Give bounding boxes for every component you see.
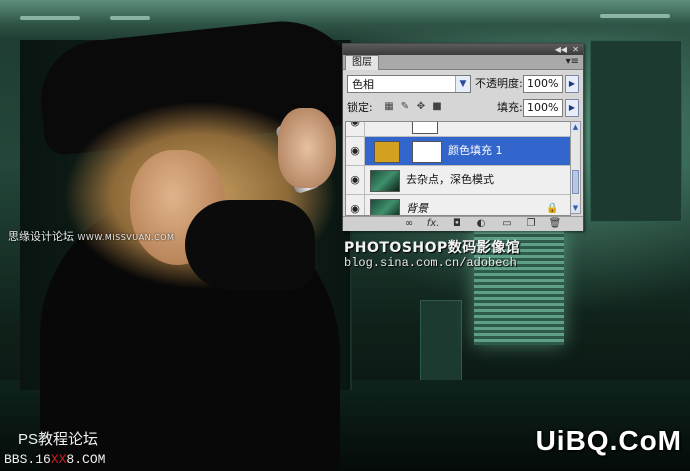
layer-name: 去杂点，深色模式 [406, 173, 494, 186]
layer-mask-thumbnail [412, 122, 438, 134]
blend-opacity-row: 色相 ▼ 不透明度: 100% ▶ [347, 75, 579, 95]
lock-transparency-icon[interactable]: ▦ [383, 101, 395, 113]
eye-icon[interactable]: ◉ [346, 195, 365, 215]
lock-icon: 🔒 [546, 203, 559, 214]
ceiling-light-bar [20, 16, 80, 20]
blend-mode-select[interactable]: 色相 ▼ [347, 75, 471, 93]
new-layer-icon[interactable]: ❐ [523, 217, 539, 231]
layer-thumbnail [370, 170, 400, 192]
bbs-red: XX [50, 452, 67, 467]
delete-icon[interactable]: 🗑 [547, 217, 563, 231]
subject-arm [185, 200, 315, 290]
chevron-down-icon[interactable]: ▼ [455, 76, 470, 92]
layers-scrollbar[interactable]: ▲ ▼ [570, 121, 581, 214]
eye-icon[interactable]: ◉ [346, 137, 365, 165]
scroll-thumb[interactable] [572, 170, 579, 194]
lock-position-icon[interactable]: ✥ [415, 101, 427, 113]
layer-mask-thumbnail [412, 141, 442, 163]
layers-panel: ◀◀ ✕ 图层 ▾≡ 色相 ▼ 不透明度: 100% ▶ 锁定: ▦ ✎ ✥ ■… [342, 43, 584, 231]
tab-layers[interactable]: 图层 [345, 55, 379, 70]
fill-label: 填充: [497, 101, 523, 114]
ceiling-light [0, 0, 690, 40]
layer-row-background[interactable]: ◉ 背景 🔒 [346, 195, 570, 215]
lock-label: 锁定: [347, 101, 373, 114]
layer-row-denoise[interactable]: ◉ 去杂点，深色模式 [346, 166, 570, 195]
layer-thumbnail [370, 199, 400, 215]
ceiling-light-bar [110, 16, 150, 20]
panel-menu-icon[interactable]: ▾≡ [566, 56, 579, 67]
fill-color-thumbnail [374, 141, 400, 163]
watermark-left: 思缘设计论坛 WWW.MISSVUAN.COM [8, 228, 174, 244]
fill-input[interactable]: 100% [523, 99, 563, 117]
watermark-bbs: BBS.16XX8.COM [4, 452, 105, 467]
mask-icon[interactable]: ◘ [449, 217, 465, 231]
opacity-label: 不透明度: [475, 77, 523, 90]
layer-row-color-fill[interactable]: ◉ 颜色填充 1 [346, 137, 570, 166]
eye-icon[interactable]: ◉ [346, 166, 365, 194]
subject-hand [278, 108, 336, 188]
layer-row-partial[interactable]: ◉ [346, 122, 570, 137]
blend-mode-value: 色相 [352, 78, 374, 91]
opacity-input[interactable]: 100% [523, 75, 563, 93]
fx-icon[interactable]: fx. [425, 217, 441, 231]
adjustment-icon[interactable]: ◐ [473, 217, 489, 231]
eye-icon[interactable]: ◉ [346, 122, 365, 136]
link-icon[interactable]: ∞ [401, 217, 417, 231]
group-icon[interactable]: ▭ [499, 217, 515, 231]
double-chevron-icon[interactable]: ◀◀ [555, 44, 567, 55]
lock-fill-row: 锁定: ▦ ✎ ✥ ■ 填充: 100% ▶ [347, 99, 579, 119]
scroll-up-icon[interactable]: ▲ [571, 122, 580, 132]
lock-pixels-icon[interactable]: ✎ [399, 101, 411, 113]
layer-name: 颜色填充 1 [448, 144, 503, 157]
watermark-left-url: WWW.MISSVUAN.COM [77, 233, 175, 242]
watermark-ps-title: PHOTOSHOP数码影像馆 [344, 240, 521, 256]
layers-list: ◉ ◉ 颜色填充 1 ◉ 去杂点，深色模式 ◉ 背景 🔒 [345, 121, 571, 216]
watermark-left-title: 思缘设计论坛 [8, 230, 74, 243]
ceiling-light-bar [600, 14, 670, 18]
scroll-down-icon[interactable]: ▼ [571, 203, 580, 213]
panel-footer: ∞ fx. ◘ ◐ ▭ ❐ 🗑 [343, 216, 583, 231]
panel-tab-row: 图层 ▾≡ [343, 55, 583, 70]
bbs-suffix: 8.COM [66, 452, 106, 467]
wall-panel [420, 300, 462, 382]
panel-titlebar[interactable]: ◀◀ ✕ [343, 44, 583, 55]
wall-panel [590, 40, 682, 222]
fill-slider-button[interactable]: ▶ [565, 99, 579, 117]
watermark-brand: UiBQ.CoM [535, 425, 682, 456]
lock-all-icon[interactable]: ■ [431, 101, 443, 113]
watermark-forum: PS教程论坛 [18, 431, 99, 448]
close-icon[interactable]: ✕ [572, 44, 579, 55]
watermark-blog: blog.sina.com.cn/adobech [344, 256, 517, 270]
layer-name: 背景 [406, 202, 428, 215]
opacity-slider-button[interactable]: ▶ [565, 75, 579, 93]
bbs-prefix: BBS.16 [4, 452, 51, 467]
